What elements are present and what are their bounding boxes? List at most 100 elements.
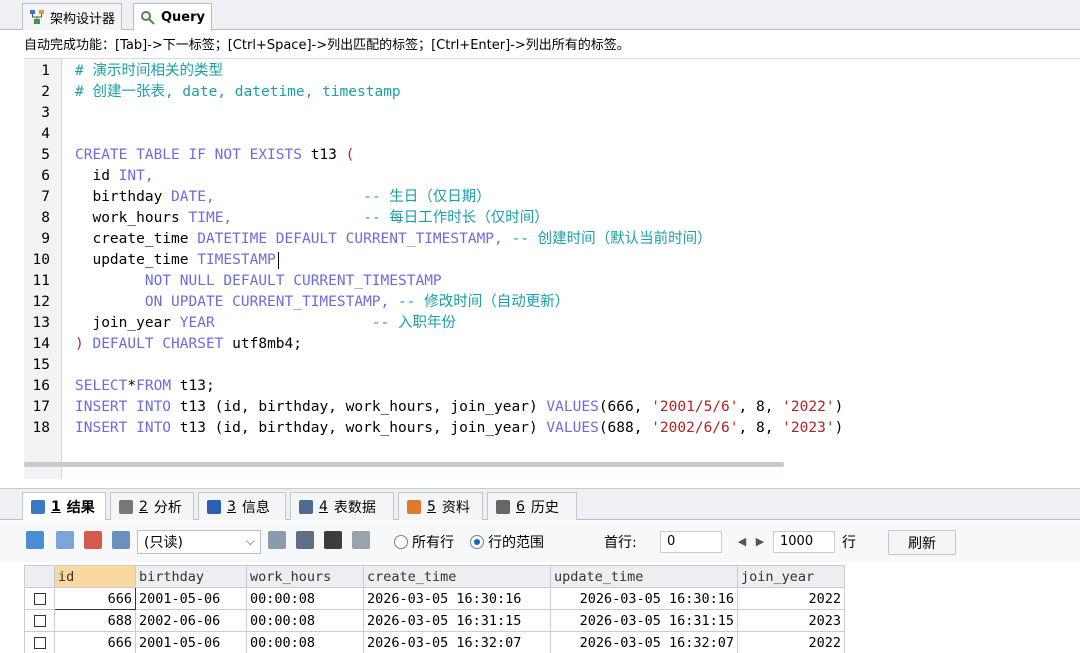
cell-work-hours[interactable]: 00:00:08 [246,587,364,610]
cell-birthday[interactable]: 2001-05-06 [135,631,247,653]
code-token: '2001/5/6' [651,399,739,415]
code-line[interactable]: 6 id INT, [24,166,1080,187]
cell-birthday[interactable]: 2001-05-06 [135,587,247,610]
cell-create-time[interactable]: 2026-03-05 16:30:16 [363,587,551,610]
radio-all-rows[interactable]: 所有行 [394,532,454,552]
cell-birthday[interactable]: 2002-06-06 [135,609,247,632]
column-header-update-time[interactable]: update_time [550,565,738,588]
cell-work-hours[interactable]: 00:00:08 [246,631,364,653]
line-number: 11 [32,273,50,289]
row-checkbox[interactable] [24,587,55,610]
cell-update-time[interactable]: 2026-03-05 16:32:07 [550,631,738,653]
code-token: '2002/6/6' [651,420,739,436]
code-line[interactable]: 11 NOT NULL DEFAULT CURRENT_TIMESTAMP [24,271,1080,292]
column-header-work-hours[interactable]: work_hours [246,565,364,588]
checkbox-icon[interactable] [33,592,46,605]
result-tab-label: 资料 [441,499,470,516]
result-tab-number: 3 [227,498,236,515]
code-line-text: NOT NULL DEFAULT CURRENT_TIMESTAMP [75,271,442,292]
checkbox-icon[interactable] [33,636,46,649]
code-line[interactable]: 16 SELECT*FROM t13; [24,376,1080,397]
row-checkbox[interactable] [24,631,55,653]
export-icon[interactable] [268,531,286,549]
radio-all-rows-dot[interactable] [394,535,408,549]
column-header-birthday[interactable]: birthday [135,565,247,588]
code-line[interactable]: 4 [24,124,1080,145]
result-mode-select[interactable]: (只读) ⌵ [137,530,261,554]
code-line[interactable]: 8 work_hours TIME, -- 每日工作时长（仅时间） [24,208,1080,229]
result-tab-6[interactable]: 6 历史 [487,492,577,520]
delete-row-icon[interactable] [84,531,102,549]
save-changes-icon[interactable] [112,531,130,549]
grid-settings-icon[interactable] [296,531,314,549]
sql-editor[interactable]: 1 # 演示时间相关的类型 2 # 创建一张表, date, datetime, ti… [24,58,1080,479]
line-number: 6 [41,168,50,184]
result-tab-3[interactable]: 3 信息 [198,492,286,520]
code-line[interactable]: 13 join_year YEAR -- 入职年份 [24,313,1080,334]
code-token: t13; [179,378,215,394]
cell-id[interactable]: 666 [54,631,136,653]
cell-id[interactable]: 666 [54,587,136,610]
tab-query[interactable]: Query [133,3,213,31]
code-token: ) [75,336,93,352]
table-row[interactable]: 666 2001-05-06 00:00:08 2026-03-05 16:32… [24,631,845,653]
cell-join-year[interactable]: 2022 [737,631,845,653]
editor-horizontal-scrollbar[interactable] [24,462,784,467]
code-line[interactable]: 1 # 演示时间相关的类型 [24,61,1080,82]
column-header-join-year[interactable]: join_year [737,565,845,588]
code-line[interactable]: 12 ON UPDATE CURRENT_TIMESTAMP, -- 修改时间（… [24,292,1080,313]
code-line[interactable]: 17 INSERT INTO t13 (id, birthday, work_ho… [24,397,1080,418]
code-line[interactable]: 5 CREATE TABLE IF NOT EXISTS t13 ( [24,145,1080,166]
table-row[interactable]: 666 2001-05-06 00:00:08 2026-03-05 16:30… [24,587,845,610]
cell-update-time[interactable]: 2026-03-05 16:30:16 [550,587,738,610]
code-line[interactable]: 14) DEFAULT CHARSET utf8mb4; [24,334,1080,355]
code-token: '2023' [782,420,835,436]
column-header-create-time[interactable]: create_time [363,565,551,588]
radio-row-range-dot[interactable] [470,535,484,549]
code-line[interactable]: 18 INSERT INTO t13 (id, birthday, work_ho… [24,418,1080,439]
result-tab-2[interactable]: 2 分析 [110,492,194,520]
column-header-id[interactable]: id [54,565,136,588]
tab-schema-designer[interactable]: 架构设计器 [22,3,123,30]
code-line[interactable]: 10 update_time TIMESTAMP [24,250,1080,271]
radio-row-range[interactable]: 行的范围 [470,532,544,552]
next-page-icon[interactable]: ▶ [752,531,768,553]
result-tab-label: 历史 [530,499,559,516]
result-tab-1[interactable]: 1 结果 [22,492,106,520]
result-tab-5[interactable]: 5 资料 [398,492,483,520]
code-line[interactable]: 7 birthday DATE, -- 生日（仅日期） [24,187,1080,208]
code-line[interactable]: 15 [24,355,1080,376]
result-tab-4[interactable]: 4 表数据 [290,492,394,520]
code-line[interactable]: 2 # 创建一张表, date, datetime, timestamp [24,82,1080,103]
first-row-input[interactable]: 0 [660,531,722,553]
prev-page-icon[interactable]: ◀ [734,531,750,553]
code-line-text: work_hours TIME, -- 每日工作时长（仅时间） [75,208,548,229]
cell-join-year[interactable]: 2023 [737,609,845,632]
cell-join-year[interactable]: 2022 [737,587,845,610]
code-token: DATETIME DEFAULT CURRENT_TIMESTAMP, [197,231,503,247]
checkbox-icon[interactable] [33,614,46,627]
code-token: -- 修改时间（自动更新） [389,294,570,310]
table-row[interactable]: 688 2002-06-06 00:00:08 2026-03-05 16:31… [24,609,845,632]
code-token: INSERT INTO [75,399,180,415]
refresh-button[interactable]: 刷新 [888,530,956,555]
row-selector-header[interactable] [24,565,55,588]
code-token: , 8, [738,420,783,436]
code-line-text: id INT, [75,166,153,187]
cell-update-time[interactable]: 2026-03-05 16:31:15 [550,609,738,632]
reset-icon[interactable] [352,531,370,549]
result-tab-label: 信息 [241,499,270,516]
duplicate-row-icon[interactable] [56,531,74,549]
trash-icon[interactable] [324,531,342,549]
cell-create-time[interactable]: 2026-03-05 16:32:07 [363,631,551,653]
code-line-text: INSERT INTO t13 (id, birthday, work_hour… [75,418,843,439]
code-token: utf8mb4; [232,336,302,352]
code-line[interactable]: 9 create_time DATETIME DEFAULT CURRENT_T… [24,229,1080,250]
cell-id[interactable]: 688 [54,609,136,632]
code-line[interactable]: 3 [24,103,1080,124]
row-checkbox[interactable] [24,609,55,632]
insert-row-icon[interactable] [26,531,44,549]
cell-create-time[interactable]: 2026-03-05 16:31:15 [363,609,551,632]
row-count-input[interactable]: 1000 [773,531,835,553]
cell-work-hours[interactable]: 00:00:08 [246,609,364,632]
